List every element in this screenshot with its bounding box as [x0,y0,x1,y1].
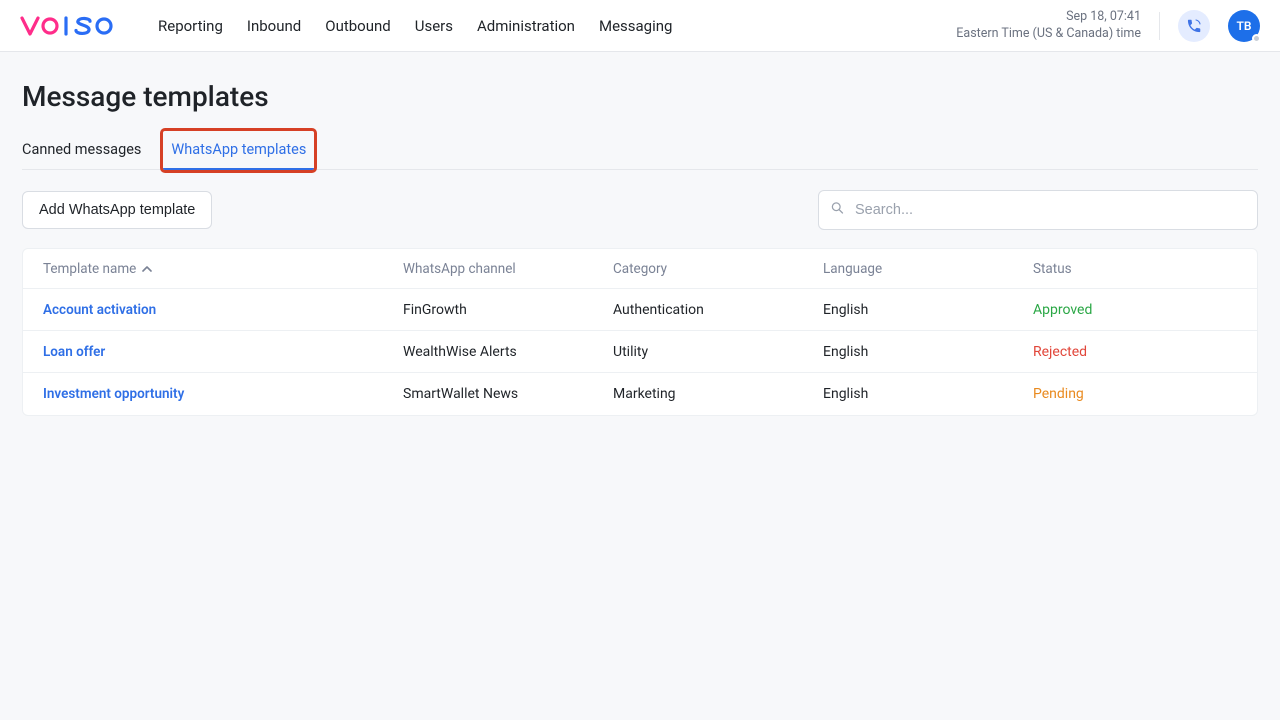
sort-asc-icon [142,264,152,274]
template-link[interactable]: Loan offer [43,344,105,360]
phone-icon [1186,18,1202,34]
col-template-name-label: Template name [43,261,136,277]
avatar-initials: TB [1237,19,1252,33]
cell-category: Utility [593,344,803,360]
search-icon [830,201,845,220]
app-header: Reporting Inbound Outbound Users Adminis… [0,0,1280,52]
cell-status: Rejected [1013,344,1257,360]
nav-users[interactable]: Users [415,17,453,35]
nav-administration[interactable]: Administration [477,17,575,35]
col-template-name[interactable]: Template name [23,261,383,277]
cell-language: English [803,386,1013,402]
user-avatar[interactable]: TB [1228,10,1260,42]
dialer-button[interactable] [1178,10,1210,42]
cell-template-name: Investment opportunity [23,386,383,402]
cell-category: Marketing [593,386,803,402]
col-status-label: Status [1033,261,1072,277]
tabs: Canned messages WhatsApp templates [22,131,1258,170]
col-whatsapp-channel[interactable]: WhatsApp channel [383,261,593,277]
table-row: Loan offer WealthWise Alerts Utility Eng… [23,331,1257,373]
cell-channel: SmartWallet News [383,386,593,402]
logo-svg [20,15,130,37]
table-row: Account activation FinGrowth Authenticat… [23,289,1257,331]
header-right: Sep 18, 07:41 Eastern Time (US & Canada)… [956,9,1260,43]
cell-language: English [803,302,1013,318]
templates-table: Template name WhatsApp channel Category … [22,248,1258,416]
add-whatsapp-template-button[interactable]: Add WhatsApp template [22,191,212,229]
template-link[interactable]: Account activation [43,302,156,318]
cell-status: Pending [1013,386,1257,402]
search-wrap [818,190,1258,230]
page-title: Message templates [22,80,1258,113]
table-row: Investment opportunity SmartWallet News … [23,373,1257,415]
col-whatsapp-channel-label: WhatsApp channel [403,261,516,277]
cell-channel: FinGrowth [383,302,593,318]
main-nav: Reporting Inbound Outbound Users Adminis… [158,17,672,35]
template-link[interactable]: Investment opportunity [43,386,184,402]
header-separator [1159,12,1160,40]
nav-inbound[interactable]: Inbound [247,17,301,35]
cell-template-name: Account activation [23,302,383,318]
col-status[interactable]: Status [1013,261,1257,277]
col-category[interactable]: Category [593,261,803,277]
header-time: Sep 18, 07:41 [956,9,1141,26]
toolbar: Add WhatsApp template [22,190,1258,230]
app-logo [20,15,130,37]
col-language-label: Language [823,261,882,277]
nav-messaging[interactable]: Messaging [599,17,672,35]
cell-language: English [803,344,1013,360]
nav-outbound[interactable]: Outbound [325,17,391,35]
tab-whatsapp-templates[interactable]: WhatsApp templates [163,131,314,170]
cell-status: Approved [1013,302,1257,318]
table-header: Template name WhatsApp channel Category … [23,249,1257,289]
header-datetime: Sep 18, 07:41 Eastern Time (US & Canada)… [956,9,1141,43]
col-language[interactable]: Language [803,261,1013,277]
tab-canned-messages[interactable]: Canned messages [22,131,141,169]
cell-category: Authentication [593,302,803,318]
cell-template-name: Loan offer [23,344,383,360]
search-input[interactable] [818,190,1258,230]
presence-dot-icon [1252,34,1261,43]
header-timezone: Eastern Time (US & Canada) time [956,26,1141,43]
nav-reporting[interactable]: Reporting [158,17,223,35]
cell-channel: WealthWise Alerts [383,344,593,360]
page: Message templates Canned messages WhatsA… [0,52,1280,444]
col-category-label: Category [613,261,667,277]
